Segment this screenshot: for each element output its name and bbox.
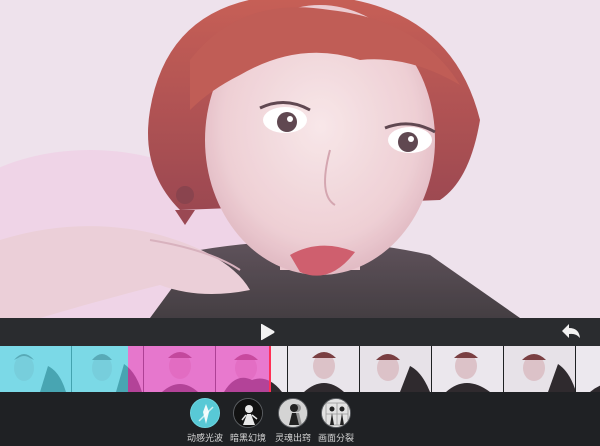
split-screen-thumbnail <box>321 398 351 428</box>
play-button[interactable] <box>258 323 276 341</box>
split-screen-icon <box>322 399 350 427</box>
playback-controls-bar <box>0 318 600 346</box>
timeline-frame <box>144 346 216 392</box>
timeline-strip[interactable] <box>0 346 600 392</box>
timeline-playhead[interactable] <box>269 346 271 392</box>
video-preview <box>0 0 600 318</box>
effect-label: 画面分裂 <box>317 434 354 444</box>
soul-out-thumbnail <box>278 398 308 428</box>
dark-illusion-icon <box>234 399 262 427</box>
timeline-frame <box>0 346 72 392</box>
timeline-frame <box>576 346 600 392</box>
effect-label: 暗黑幻境 <box>229 434 266 444</box>
soul-out-icon <box>279 399 307 427</box>
timeline-frame <box>288 346 360 392</box>
undo-button[interactable] <box>560 322 582 342</box>
play-icon <box>261 323 275 341</box>
effect-split-screen[interactable]: 画面分裂 <box>311 398 361 444</box>
preview-portrait-image <box>0 0 600 318</box>
effects-bar: 动感光波 暗黑幻境 灵魂出窍 画面分裂 <box>0 392 600 446</box>
undo-icon <box>562 324 580 338</box>
effect-dark-illusion[interactable]: 暗黑幻境 <box>223 398 273 444</box>
timeline-frame <box>504 346 576 392</box>
timeline-frame <box>360 346 432 392</box>
timeline-frame <box>72 346 144 392</box>
light-wave-icon <box>191 399 219 427</box>
dark-illusion-thumbnail <box>233 398 263 428</box>
timeline-frame <box>216 346 288 392</box>
light-wave-thumbnail <box>190 398 220 428</box>
timeline-frame <box>432 346 504 392</box>
